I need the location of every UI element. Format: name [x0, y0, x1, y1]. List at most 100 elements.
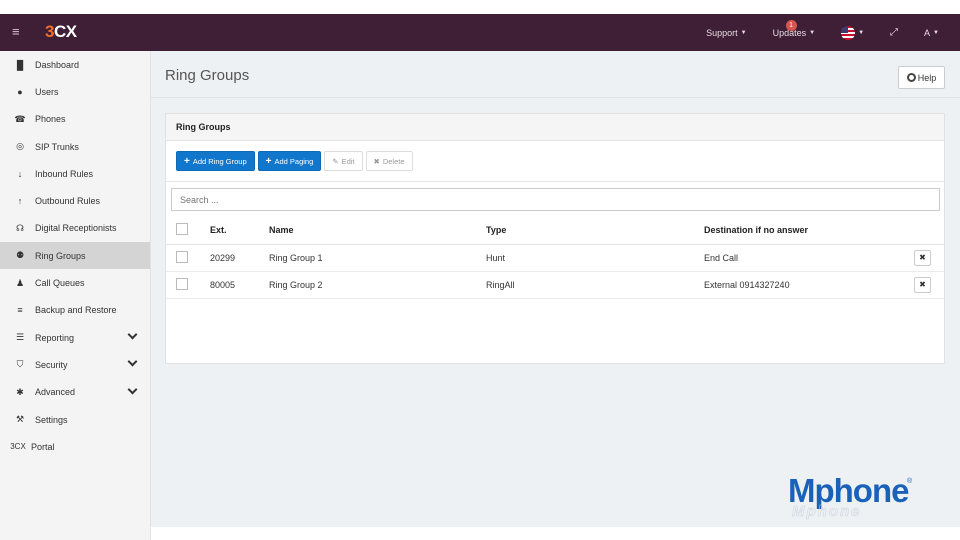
sidebar-item-call-queues[interactable]: ♟ Call Queues	[0, 269, 150, 296]
header-ext[interactable]: Ext.	[210, 217, 269, 245]
cell-type: RingAll	[486, 271, 704, 299]
pencil-icon: ✎	[332, 156, 339, 166]
sidebar-item-sip-trunks[interactable]: ◎ SIP Trunks	[0, 133, 150, 160]
menu-icon[interactable]: ≡	[12, 24, 20, 39]
us-flag-icon	[841, 25, 856, 40]
header-name[interactable]: Name	[269, 217, 486, 245]
add-paging-button[interactable]: + Add Paging	[257, 151, 322, 171]
main-content: Ring Groups Help Ring Groups + Add Ring …	[151, 51, 960, 527]
user-icon: ●	[17, 86, 23, 97]
edit-button[interactable]: ✎ Edit	[324, 151, 363, 171]
sidebar-item-inbound-rules[interactable]: ↓ Inbound Rules	[0, 160, 150, 187]
ring-groups-panel: Ring Groups + Add Ring Group + Add Pagin…	[165, 113, 945, 364]
ring-groups-table: Ext. Name Type Destination if no answer …	[166, 217, 944, 299]
gear-icon: ✱	[16, 386, 24, 397]
header-actions	[914, 217, 944, 245]
top-nav-menu: Support ▼ Updates 1 ▼ ▼ ⤢ A ▼	[693, 14, 952, 51]
cell-name: Ring Group 1	[269, 244, 486, 272]
sidebar-item-label: Portal	[31, 441, 55, 452]
header-type[interactable]: Type	[486, 217, 704, 245]
mphone-logo-reflection: Mphone	[792, 503, 862, 521]
chevron-down-icon	[127, 384, 138, 395]
sidebar-item-label: Security	[35, 359, 68, 370]
cell-name: Ring Group 2	[269, 271, 486, 299]
sidebar-item-label: Dashboard	[35, 59, 80, 70]
support-dropdown[interactable]: Support ▼	[693, 28, 759, 38]
sidebar-item-security[interactable]: ⛉ Security	[0, 351, 150, 378]
headset-icon: ☊	[16, 222, 24, 233]
cell-ext: 80005	[210, 271, 269, 299]
select-all-checkbox[interactable]	[176, 223, 188, 236]
sidebar: ▐▌ Dashboard ● Users ☎ Phones ◎ SIP Trunks ↓ Inbo…	[0, 51, 151, 540]
cell-destination: End Call	[704, 244, 914, 272]
sidebar-item-outbound-rules[interactable]: ↑ Outbound Rules	[0, 187, 150, 214]
plus-icon: +	[184, 155, 190, 167]
toolbar: + Add Ring Group + Add Paging ✎ Edit ✖ D…	[176, 151, 413, 171]
registered-mark: ®	[907, 478, 913, 485]
select-all-cell	[166, 217, 210, 245]
arrow-down-icon: ↓	[17, 168, 23, 179]
header-destination[interactable]: Destination if no answer	[704, 217, 914, 245]
lifebuoy-icon	[906, 73, 916, 82]
sidebar-item-ring-groups[interactable]: ⚉ Ring Groups	[0, 242, 150, 270]
user-dropdown[interactable]: A ▼	[911, 28, 952, 38]
sidebar-item-label: Inbound Rules	[35, 168, 94, 179]
sidebar-item-label: Ring Groups	[35, 250, 86, 261]
bar-chart-icon: ▐▌	[13, 59, 27, 70]
database-icon: ≡	[17, 305, 23, 316]
updates-dropdown[interactable]: Updates 1 ▼	[760, 19, 828, 38]
caret-down-icon: ▼	[858, 29, 865, 36]
table-row[interactable]: 80005 Ring Group 2 RingAll External 0914…	[166, 271, 944, 299]
caret-down-icon: ▼	[809, 29, 816, 36]
sidebar-item-backup-and-restore[interactable]: ≡ Backup and Restore	[0, 297, 150, 324]
user-label: A	[924, 27, 931, 38]
search-input[interactable]	[171, 188, 940, 211]
add-ring-group-button[interactable]: + Add Ring Group	[176, 151, 255, 171]
sidebar-item-reporting[interactable]: ☰ Reporting	[0, 324, 150, 351]
arrow-up-icon: ↑	[17, 196, 23, 207]
help-button[interactable]: Help	[898, 66, 945, 89]
sidebar-item-phones[interactable]: ☎ Phones	[0, 106, 150, 133]
table-header-row: Ext. Name Type Destination if no answer	[166, 217, 944, 245]
divider	[166, 181, 944, 182]
shield-icon: ⛉	[16, 359, 24, 370]
row-checkbox[interactable]	[176, 250, 188, 263]
row-delete-button[interactable]: ✖	[914, 249, 931, 266]
row-checkbox[interactable]	[176, 277, 188, 290]
page-title: Ring Groups	[165, 67, 250, 84]
3cx-logo-icon: 3CX	[10, 442, 26, 452]
sidebar-item-label: Call Queues	[35, 278, 85, 289]
group-icon: ⚉	[15, 250, 25, 261]
delete-button[interactable]: ✖ Delete	[365, 151, 413, 171]
sidebar-item-advanced[interactable]: ✱ Advanced	[0, 379, 150, 406]
cell-type: Hunt	[486, 244, 704, 272]
sidebar-item-dashboard[interactable]: ▐▌ Dashboard	[0, 51, 150, 78]
list-icon: ☰	[15, 332, 25, 343]
chevron-down-icon	[127, 356, 138, 367]
app-logo[interactable]: 3CX	[45, 22, 77, 42]
plus-icon: +	[265, 155, 272, 167]
sidebar-item-label: Advanced	[35, 387, 76, 398]
fullscreen-button[interactable]: ⤢	[877, 27, 911, 38]
sidebar-item-label: Digital Receptionists	[35, 223, 117, 234]
sidebar-item-settings[interactable]: ⚒ Settings	[0, 406, 150, 433]
sidebar-item-label: Phones	[35, 114, 66, 125]
sidebar-item-users[interactable]: ● Users	[0, 78, 150, 105]
caret-down-icon: ▼	[933, 29, 939, 36]
support-label: Support	[706, 27, 738, 38]
row-delete-button[interactable]: ✖	[914, 276, 931, 293]
cell-ext: 20299	[210, 244, 269, 272]
globe-icon: ◎	[16, 141, 24, 152]
caret-down-icon: ▼	[740, 29, 747, 36]
phone-icon: ☎	[14, 113, 26, 124]
top-navbar: ≡ 3CX Support ▼ Updates 1 ▼ ▼ ⤢ A ▼	[0, 14, 960, 51]
wrench-icon: ⚒	[15, 414, 25, 424]
cell-destination: External 0914327240	[704, 271, 914, 299]
table-row[interactable]: 20299 Ring Group 1 Hunt End Call ✖	[166, 244, 944, 272]
sidebar-item-portal[interactable]: 3CX Portal	[0, 433, 150, 460]
sidebar-item-label: SIP Trunks	[35, 141, 79, 152]
sidebar-item-label: Users	[35, 86, 59, 97]
sidebar-item-label: Outbound Rules	[35, 196, 101, 207]
language-dropdown[interactable]: ▼	[828, 25, 877, 40]
sidebar-item-digital-receptionists[interactable]: ☊ Digital Receptionists	[0, 215, 150, 242]
